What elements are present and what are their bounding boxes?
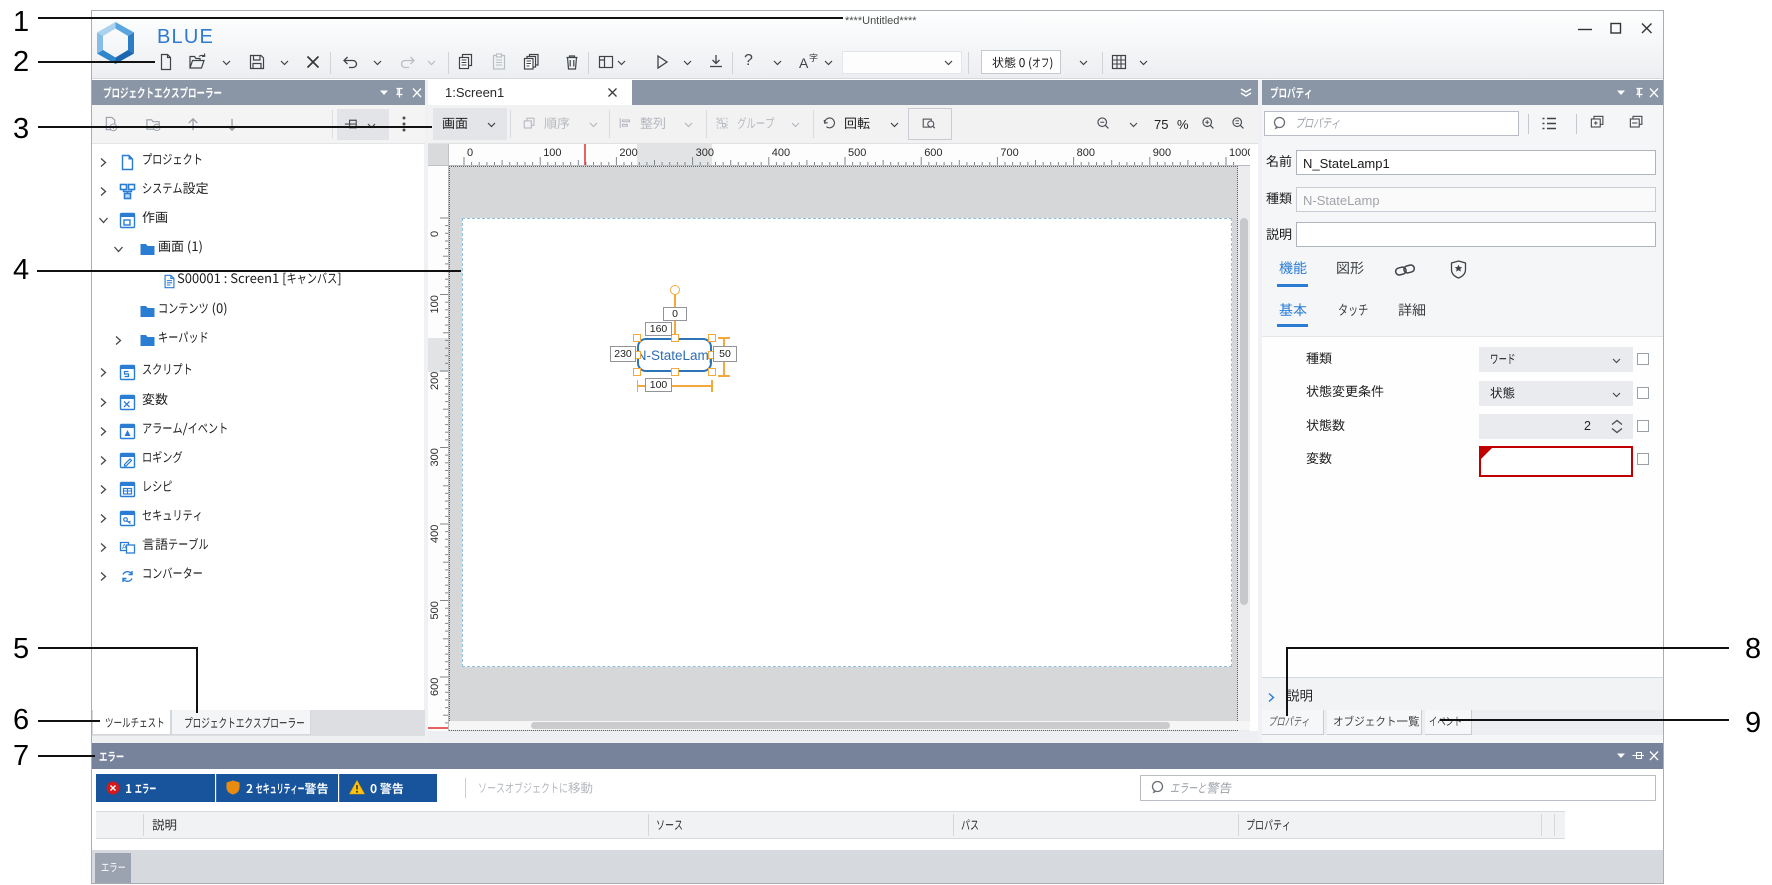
svg-text:100: 100 bbox=[429, 295, 441, 313]
svg-text:0: 0 bbox=[429, 231, 441, 237]
svg-text:500: 500 bbox=[429, 601, 441, 619]
svg-text:900: 900 bbox=[1153, 147, 1171, 159]
svg-text:A: A bbox=[122, 544, 127, 551]
svg-text:300: 300 bbox=[429, 448, 441, 466]
svg-text:200: 200 bbox=[619, 147, 637, 159]
svg-text:300: 300 bbox=[696, 147, 714, 159]
svg-text:200: 200 bbox=[429, 372, 441, 390]
svg-text:800: 800 bbox=[1077, 147, 1095, 159]
svg-text:700: 700 bbox=[1000, 147, 1018, 159]
svg-text:400: 400 bbox=[429, 525, 441, 543]
svg-text:400: 400 bbox=[772, 147, 790, 159]
svg-text:500: 500 bbox=[848, 147, 866, 159]
svg-text:0: 0 bbox=[467, 147, 473, 159]
svg-text:600: 600 bbox=[924, 147, 942, 159]
svg-text:1000: 1000 bbox=[1229, 147, 1250, 159]
svg-text:600: 600 bbox=[429, 678, 441, 696]
svg-text:100: 100 bbox=[543, 147, 561, 159]
